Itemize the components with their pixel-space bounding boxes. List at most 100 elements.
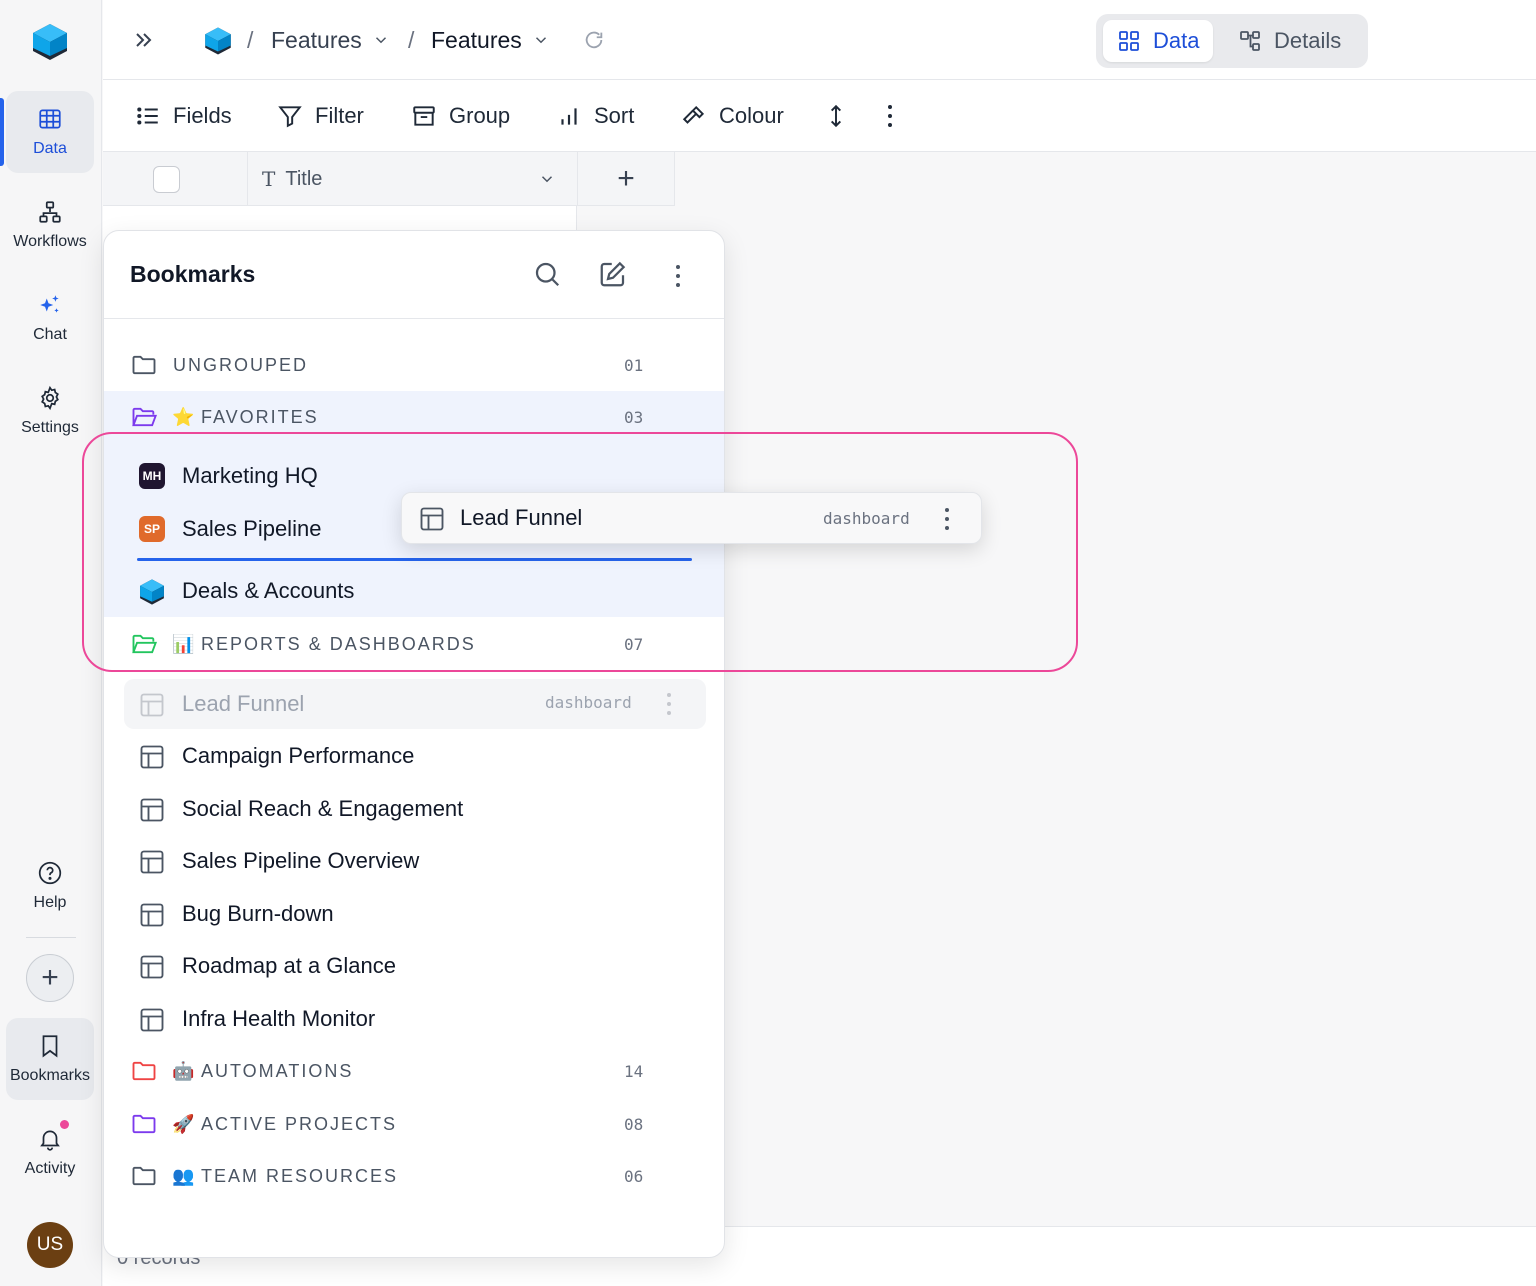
folder-open-icon xyxy=(132,407,158,427)
more-options-button[interactable] xyxy=(887,80,893,152)
plus-icon: + xyxy=(41,961,59,994)
bookmark-label: Campaign Performance xyxy=(182,743,415,768)
group-favorites[interactable]: ⭐ FAVORITES 03 xyxy=(104,391,724,443)
column-header-title[interactable]: T Title xyxy=(247,152,577,206)
bookmark-label: Sales Pipeline xyxy=(182,516,322,541)
rail-label: Chat xyxy=(33,326,67,343)
data-view-tab[interactable]: Data xyxy=(1103,20,1214,62)
workspace-badge: SP xyxy=(139,516,165,542)
kebab-icon[interactable] xyxy=(666,693,672,715)
dashboard-icon xyxy=(140,850,164,874)
details-view-tab[interactable]: Details xyxy=(1224,20,1355,62)
rail-item-settings[interactable]: Settings xyxy=(6,370,94,452)
search-icon[interactable] xyxy=(532,259,562,289)
workflow-icon xyxy=(39,201,61,223)
folder-icon xyxy=(132,355,156,375)
bookmark-label: Marketing HQ xyxy=(182,463,318,488)
view-switcher: Data Details xyxy=(1096,14,1368,68)
bookmark-type: dashboard xyxy=(823,509,910,528)
refresh-icon[interactable] xyxy=(583,29,605,51)
tool-label: Sort xyxy=(594,103,635,128)
rail-item-data[interactable]: Data xyxy=(6,91,94,173)
group-count: 08 xyxy=(624,1114,644,1134)
dashboard-icon xyxy=(140,955,164,979)
tool-label: Fields xyxy=(173,103,232,128)
group-label: AUTOMATIONS xyxy=(201,1060,354,1081)
rail-item-chat[interactable]: Chat xyxy=(6,277,94,359)
sort-button[interactable]: Sort xyxy=(556,80,634,152)
bookmark-label: Infra Health Monitor xyxy=(182,1006,376,1031)
bookmarks-panel: Bookmarks UNGROUPED 01 ⭐ FAVORITES 03 MH… xyxy=(103,230,725,1258)
rocket-icon: 🚀 xyxy=(172,1113,195,1134)
dragged-bookmark-card[interactable]: Lead Funnel dashboard xyxy=(401,492,982,544)
row-height-button[interactable] xyxy=(823,80,849,152)
bookmark-item[interactable]: Bug Burn-down xyxy=(104,888,724,940)
dashboard-icon xyxy=(140,903,164,927)
add-button[interactable]: + xyxy=(26,954,74,1002)
filter-button[interactable]: Filter xyxy=(277,80,364,152)
workspace-badge: MH xyxy=(139,463,165,489)
bookmark-item[interactable]: Social Reach & Engagement xyxy=(104,783,724,835)
folder-icon xyxy=(132,1114,156,1134)
group-label: TEAM RESOURCES xyxy=(201,1165,399,1186)
select-all-checkbox[interactable] xyxy=(153,166,180,193)
breadcrumb-label: Features xyxy=(271,26,362,53)
bookmark-item[interactable]: Campaign Performance xyxy=(104,730,724,782)
bookmark-label: Roadmap at a Glance xyxy=(182,953,397,978)
app-logo-icon[interactable] xyxy=(30,22,70,62)
notification-dot xyxy=(60,1120,69,1129)
bookmark-label: Lead Funnel xyxy=(182,691,305,716)
group-team-resources[interactable]: 👥 TEAM RESOURCES 06 xyxy=(104,1150,724,1202)
add-column-button[interactable]: + xyxy=(577,152,675,206)
dashboard-icon xyxy=(140,693,164,717)
kebab-icon[interactable] xyxy=(675,265,681,287)
gear-icon xyxy=(41,385,59,411)
kebab-icon[interactable] xyxy=(944,508,950,530)
chevron-down-icon[interactable] xyxy=(538,170,556,188)
bar-sort-icon xyxy=(561,108,577,125)
rail-item-bookmarks[interactable]: Bookmarks xyxy=(6,1018,94,1100)
folder-icon xyxy=(132,1061,156,1081)
bookmark-item[interactable]: Deals & Accounts xyxy=(104,565,724,617)
folder-open-icon xyxy=(132,634,158,654)
rail-item-help[interactable]: Help xyxy=(6,845,94,927)
bookmark-item[interactable]: Sales Pipeline Overview xyxy=(104,835,724,887)
group-automations[interactable]: 🤖 AUTOMATIONS 14 xyxy=(104,1045,724,1097)
grid-icon xyxy=(1119,31,1139,51)
group-ungrouped[interactable]: UNGROUPED 01 xyxy=(104,339,724,391)
rail-item-workflows[interactable]: Workflows xyxy=(6,184,94,266)
text-type-icon: T xyxy=(262,167,276,191)
fields-button[interactable]: Fields xyxy=(135,80,232,152)
bookmark-label: Sales Pipeline Overview xyxy=(182,848,420,873)
colour-button[interactable]: Colour xyxy=(681,80,784,152)
group-button[interactable]: Group xyxy=(411,80,510,152)
group-reports[interactable]: 📊 REPORTS & DASHBOARDS 07 xyxy=(104,618,724,670)
edit-icon[interactable] xyxy=(598,259,628,289)
bookmark-item-dragging[interactable]: Lead Funnel dashboard xyxy=(104,678,724,730)
breadcrumb-features-menu[interactable]: Features xyxy=(271,0,390,80)
rail-label: Settings xyxy=(21,419,79,436)
chevron-down-icon xyxy=(535,37,546,44)
help-circle-icon xyxy=(38,861,62,885)
rail-label: Workflows xyxy=(13,233,87,250)
sparkle-icon xyxy=(40,295,59,313)
bookmark-label: Social Reach & Engagement xyxy=(182,796,464,821)
panel-title: Bookmarks xyxy=(130,261,256,287)
expand-sidebar-icon[interactable] xyxy=(131,28,155,52)
archive-box-icon xyxy=(413,106,435,126)
breadcrumb-features-table[interactable]: Features xyxy=(431,0,550,80)
group-label: FAVORITES xyxy=(201,406,319,427)
bookmark-label: Deals & Accounts xyxy=(182,578,355,603)
user-avatar[interactable]: US xyxy=(27,1222,73,1268)
bell-icon xyxy=(40,1130,60,1151)
bookmark-item[interactable]: Roadmap at a Glance xyxy=(104,940,724,992)
group-count: 14 xyxy=(624,1061,644,1081)
group-label: UNGROUPED xyxy=(173,354,309,375)
group-active-projects[interactable]: 🚀 ACTIVE PROJECTS 08 xyxy=(104,1098,724,1150)
rail-item-activity[interactable]: Activity xyxy=(6,1111,94,1193)
vertical-arrows-icon xyxy=(830,104,842,128)
rail-label: Activity xyxy=(24,1160,76,1177)
bookmark-item[interactable]: Infra Health Monitor xyxy=(104,993,724,1045)
breadcrumb-separator: / xyxy=(247,26,254,53)
workspace-logo-icon[interactable] xyxy=(203,26,233,56)
